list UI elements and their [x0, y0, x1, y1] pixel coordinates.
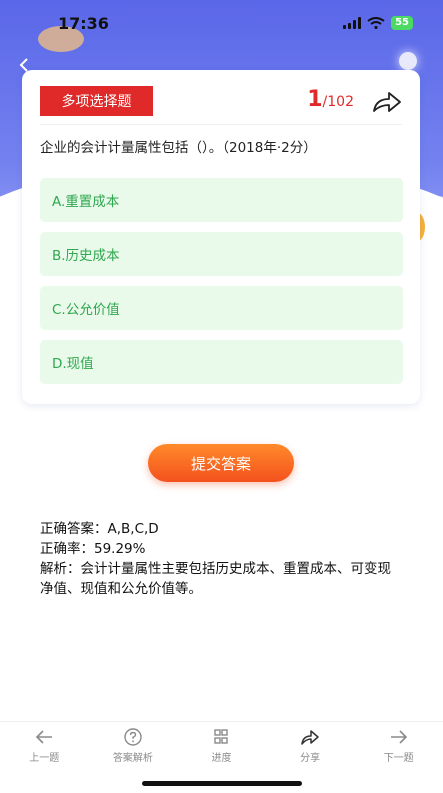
- option-label: A.重置成本: [52, 194, 120, 210]
- question-text: 企业的会计计量属性包括（）。（2018年·2分）: [40, 140, 317, 156]
- option-label: D.现值: [52, 356, 94, 372]
- question-circle-icon: [124, 728, 142, 746]
- option-d[interactable]: D.现值: [40, 340, 403, 384]
- option-b[interactable]: B.历史成本: [40, 232, 403, 276]
- correct-answer: 正确答案：A,B,C,D: [40, 521, 159, 537]
- share-icon: [301, 730, 319, 745]
- arrow-left-icon: [36, 730, 53, 744]
- tab-label: 答案解析: [112, 753, 153, 764]
- tab-label: 分享: [300, 753, 321, 764]
- cellular-signal-icon: [343, 17, 362, 29]
- question-type-badge: 多项选择题: [40, 86, 153, 116]
- status-icons: 55: [343, 16, 413, 30]
- card-divider: [40, 124, 402, 125]
- home-indicator[interactable]: [142, 781, 302, 786]
- tab-label: 上一题: [29, 753, 60, 764]
- explanation-text: 解析：会计计量属性主要包括历史成本、重置成本、可变现净值、现值和公允价值等。: [40, 561, 391, 597]
- tab-answer-analysis[interactable]: 答案解析: [89, 722, 177, 772]
- tab-label: 进度: [211, 753, 232, 764]
- accuracy-rate: 正确率：59.29%: [40, 541, 146, 557]
- decorative-orb: [399, 52, 417, 70]
- option-c[interactable]: C.公允价值: [40, 286, 403, 330]
- tab-previous-question[interactable]: 上一题: [0, 722, 88, 772]
- grid-icon: [214, 729, 229, 744]
- option-label: C.公允价值: [52, 302, 120, 318]
- wifi-icon: [367, 17, 385, 29]
- counter-current: 1: [307, 87, 323, 112]
- status-time: 17:36: [58, 13, 109, 33]
- tab-label: 下一题: [383, 753, 414, 764]
- submit-answer-button[interactable]: 提交答案: [148, 444, 294, 482]
- option-label: B.历史成本: [52, 248, 120, 264]
- question-card: 多项选择题 1 /102 企业的会计计量属性包括（）。（2018年·2分） A.…: [22, 70, 420, 404]
- arrow-right-icon: [390, 730, 407, 744]
- tab-progress[interactable]: 进度: [177, 722, 265, 772]
- option-a[interactable]: A.重置成本: [40, 178, 403, 222]
- answer-analysis: 正确答案：A,B,C,D 正确率：59.29% 解析：会计计量属性主要包括历史成…: [40, 519, 396, 599]
- counter-total: /102: [322, 94, 354, 110]
- options-list: A.重置成本 B.历史成本 C.公允价值 D.现值: [40, 178, 403, 394]
- question-counter: 1 /102: [307, 87, 354, 112]
- status-bar: 17:36 55: [0, 0, 443, 46]
- bottom-tab-bar: 上一题 答案解析 进度 分享 下一题: [0, 721, 443, 772]
- battery-icon: 55: [391, 16, 413, 30]
- tab-share[interactable]: 分享: [266, 722, 354, 772]
- back-chevron-icon[interactable]: [18, 58, 30, 72]
- tab-next-question[interactable]: 下一题: [355, 722, 443, 772]
- share-icon[interactable]: [372, 90, 402, 114]
